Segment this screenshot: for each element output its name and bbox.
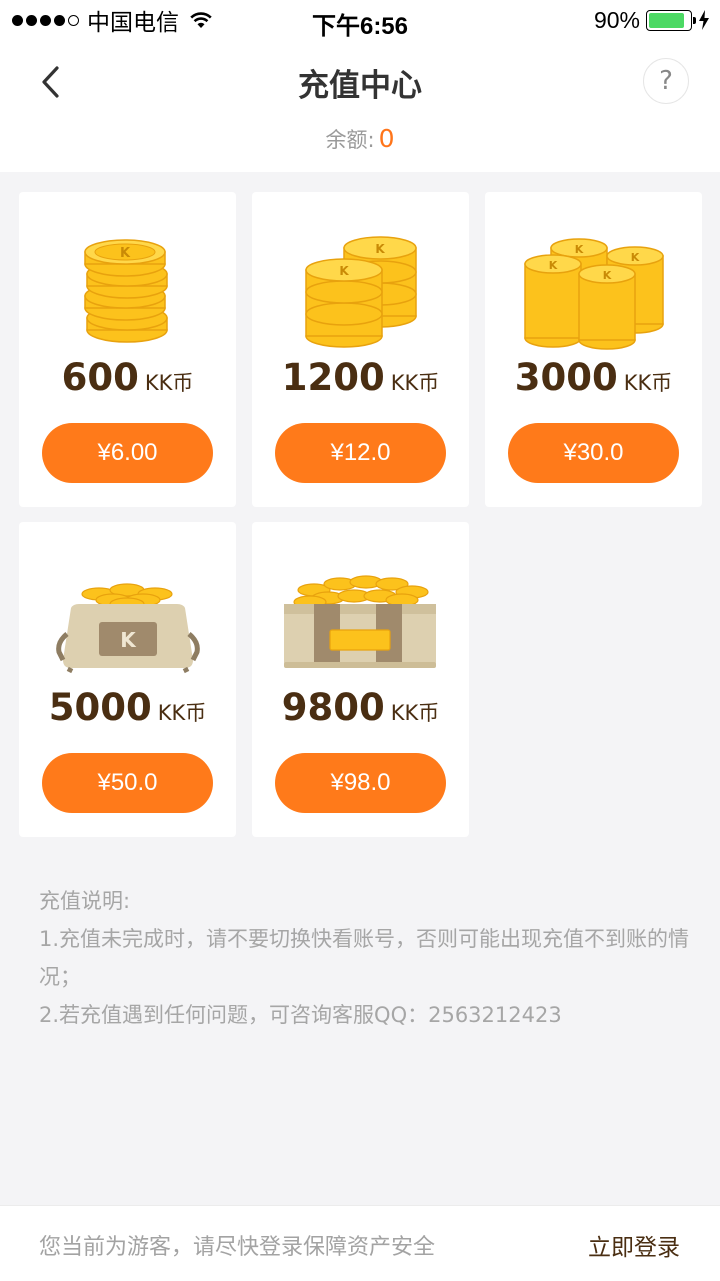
two-coin-stacks-icon: K K [305,236,417,348]
notes-title: 充值说明: [39,889,131,913]
package-amount: 9800 KK币 [252,686,469,729]
svg-text:K: K [339,264,349,278]
three-coin-stacks-icon: K K K K [524,238,664,350]
package-card-3000[interactable]: K K K K 3000 KK币 ¥30.0 [485,192,702,507]
notes-item: 1.充值未完成时，请不要切换快看账号，否则可能出现充值不到账的情况； [39,927,690,989]
package-amount: 600 KK币 [19,356,236,399]
amount-value: 600 [61,356,139,399]
package-amount: 3000 KK币 [485,356,702,399]
package-amount: 5000 KK币 [19,686,236,729]
login-button[interactable]: 立即登录 [588,1228,680,1262]
coin-stack-icon: K [84,239,168,343]
coin-chest-icon [284,575,436,668]
svg-text:K: K [603,269,612,282]
buy-button-3000[interactable]: ¥30.0 [508,423,679,483]
amount-value: 5000 [48,686,152,729]
balance-value: 0 [378,124,395,153]
balance-label: 余额: [325,128,375,152]
package-card-1200[interactable]: K K 1200 KK币 ¥12.0 [252,192,469,507]
help-button[interactable]: ? [643,58,689,104]
balance-row: 余额: 0 [0,124,720,154]
package-card-5000[interactable]: K 5000 KK币 ¥50.0 [19,522,236,837]
coin-bag-icon: K [56,583,200,674]
amount-unit: KK币 [144,371,194,395]
buy-button-600[interactable]: ¥6.00 [42,423,213,483]
page-title: 充值中心 [298,68,422,104]
amount-unit: KK币 [623,371,673,395]
svg-text:K: K [631,251,640,264]
package-card-9800[interactable]: 9800 KK币 ¥98.0 [252,522,469,837]
buy-button-1200[interactable]: ¥12.0 [275,423,446,483]
login-prompt-bar: 您当前为游客，请尽快登录保障资产安全 立即登录 [0,1205,720,1281]
battery-icon [646,9,696,31]
amount-value: 3000 [514,356,618,399]
page-header: 充值中心 ? 余额: 0 [0,40,720,172]
notes-item: 2.若充值遇到任何问题，可咨询客服QQ：2563212423 [39,1003,562,1027]
amount-unit: KK币 [390,371,440,395]
package-amount: 1200 KK币 [252,356,469,399]
svg-text:K: K [375,242,385,256]
package-card-600[interactable]: K 600 KK币 ¥6.00 [19,192,236,507]
buy-button-9800[interactable]: ¥98.0 [275,753,446,813]
amount-value: 9800 [281,686,385,729]
buy-button-5000[interactable]: ¥50.0 [42,753,213,813]
battery-percent: 90% [593,6,640,33]
guest-notice: 您当前为游客，请尽快登录保障资产安全 [39,1235,436,1260]
charging-bolt-icon [699,10,709,30]
status-bar: 中国电信 下午6:56 90% [0,0,720,40]
svg-text:K: K [549,259,558,272]
amount-value: 1200 [281,356,385,399]
svg-text:K: K [120,246,131,261]
recharge-notes: 充值说明: 1.充值未完成时，请不要切换快看账号，否则可能出现充值不到账的情况；… [39,882,699,1034]
amount-unit: KK币 [390,701,440,725]
svg-text:K: K [120,628,137,652]
amount-unit: KK币 [157,701,207,725]
svg-text:K: K [575,243,584,256]
